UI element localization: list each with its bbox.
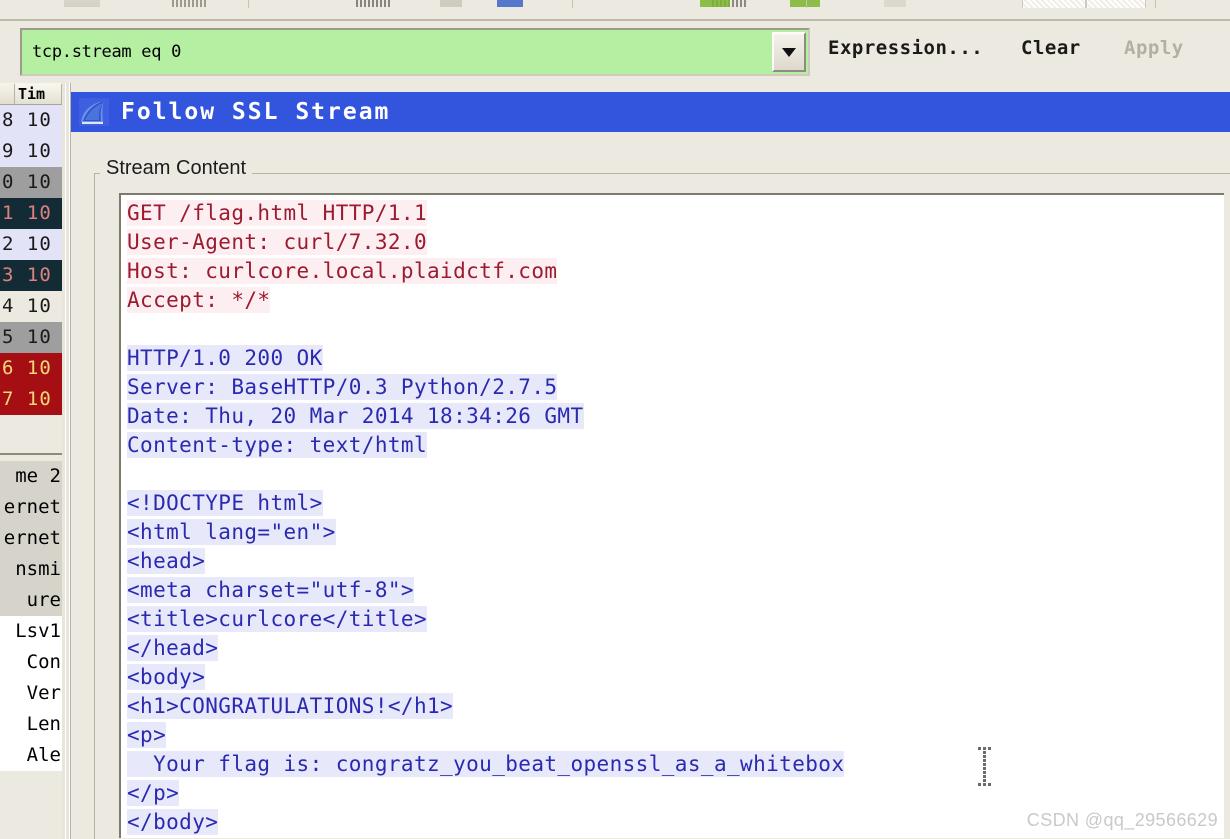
filter-apply-button[interactable]: Apply <box>1118 33 1190 63</box>
stream-content-label: Stream Content <box>100 157 253 180</box>
save-icon[interactable] <box>64 0 100 7</box>
stream-response-line: <h1>CONGRATULATIONS!</h1> <box>127 693 454 719</box>
stream-response-line: HTTP/1.0 200 OK <box>127 345 323 371</box>
packet-list-row[interactable]: 4 10 <box>0 291 62 322</box>
filter-expression-button[interactable]: Expression... <box>822 33 989 63</box>
stream-response-line: </html> <box>127 837 1224 838</box>
stream-response-line: Your flag is: congratz_you_beat_openssl_… <box>127 751 845 777</box>
gutter-bar-right <box>66 83 69 839</box>
stream-response-line: </p> <box>127 780 180 806</box>
text-ibeam-cursor <box>976 747 994 787</box>
stream-content-textarea[interactable]: GET /flag.html HTTP/1.1 User-Agent: curl/… <box>119 193 1224 838</box>
forward-icon[interactable] <box>497 0 523 7</box>
packet-detail-row[interactable]: ernet <box>0 523 62 554</box>
stream-response-line: Server: BaseHTTP/0.3 Python/2.7.5 <box>127 374 558 400</box>
back-icon[interactable] <box>440 0 462 7</box>
display-filter-field-wrapper[interactable] <box>20 28 810 76</box>
pane-edge-gutter <box>62 83 70 839</box>
toolbar-separator-4 <box>1155 0 1156 8</box>
stream-content-groupbox: Stream Content GET /flag.html HTTP/1.1 Us… <box>94 151 1230 839</box>
packet-detail-row[interactable]: nsmi <box>0 554 62 585</box>
autoscroll-icon[interactable] <box>700 0 730 7</box>
gutter-bar-left <box>62 83 65 839</box>
zoom-level-box[interactable] <box>1022 0 1086 8</box>
stream-response-line: <title>curlcore</title> <box>127 606 427 632</box>
print-icon[interactable] <box>172 0 206 7</box>
groupbox-top-border <box>94 173 1230 174</box>
column-header-time[interactable]: Tim <box>14 84 62 104</box>
packet-list-row[interactable]: 1 10 <box>0 198 62 229</box>
stream-response-line: <!DOCTYPE html> <box>127 490 323 516</box>
zoom-in-icon[interactable] <box>790 0 820 7</box>
stream-response-line: <body> <box>127 664 206 690</box>
stream-response-line: Date: Thu, 20 Mar 2014 18:34:26 GMT <box>127 403 584 429</box>
toolbar-separator-2 <box>572 0 573 8</box>
wireshark-shark-fin-icon <box>79 98 109 126</box>
toolbar-separator-3 <box>806 0 807 8</box>
stream-request-line: GET /flag.html HTTP/1.1 <box>127 200 427 226</box>
filter-history-dropdown-button[interactable] <box>772 32 806 72</box>
packet-detail-row[interactable]: ernet <box>0 492 62 523</box>
packet-detail-row[interactable]: Ver <box>0 678 62 709</box>
packet-detail-row[interactable]: Con <box>0 647 62 678</box>
stream-response-line: <head> <box>127 548 206 574</box>
stream-blank-line <box>127 460 1224 489</box>
filter-clear-button[interactable]: Clear <box>1015 33 1087 63</box>
stream-request-line: User-Agent: curl/7.32.0 <box>127 229 427 255</box>
packet-detail-row[interactable]: Lsv1 <box>0 616 62 647</box>
dialog-titlebar[interactable]: Follow SSL Stream <box>71 92 1230 132</box>
stream-response-line: <meta charset="utf-8"> <box>127 577 414 603</box>
groupbox-left-border <box>94 173 95 839</box>
stream-content-text[interactable]: GET /flag.html HTTP/1.1 User-Agent: curl/… <box>127 199 1224 838</box>
packet-detail-row[interactable]: Len <box>0 709 62 740</box>
stream-response-line: Content-type: text/html <box>127 432 427 458</box>
dialog-title: Follow SSL Stream <box>121 99 391 125</box>
chevron-down-icon <box>782 47 796 57</box>
packet-list-row[interactable]: 2 10 <box>0 229 62 260</box>
find-icon[interactable] <box>356 0 392 7</box>
packet-list-header[interactable]: Tim <box>0 83 62 105</box>
stream-response-line: <p> <box>127 722 167 748</box>
colorize-icon[interactable] <box>884 0 906 7</box>
packet-list-row[interactable]: 3 10 <box>0 260 62 291</box>
display-filter-input[interactable] <box>22 29 772 75</box>
packet-list-row[interactable]: 8 10 <box>0 105 62 136</box>
packet-list-row[interactable]: 7 10 <box>0 384 62 415</box>
toolbar-separator-1 <box>248 0 249 8</box>
follow-ssl-stream-dialog: Follow SSL Stream Stream Content GET /fl… <box>70 83 1230 839</box>
packet-list-row[interactable]: 6 10 <box>0 353 62 384</box>
packet-list-row[interactable]: 0 10 <box>0 167 62 198</box>
packet-detail-row[interactable]: Ale <box>0 740 62 771</box>
stream-response-line: </head> <box>127 635 219 661</box>
packet-list-row[interactable]: 5 10 <box>0 322 62 353</box>
resize-columns-icon[interactable] <box>1086 0 1146 8</box>
stream-blank-line <box>127 315 1224 344</box>
csdn-watermark: CSDN @qq_29566629 <box>1026 810 1218 830</box>
stream-request-line: Accept: */* <box>127 287 271 313</box>
packet-detail-row[interactable]: ure <box>0 585 62 616</box>
stream-response-line: <html lang="en"> <box>127 519 336 545</box>
packet-list-row[interactable]: 9 10 <box>0 136 62 167</box>
packet-list-pane[interactable]: Tim 8 10 9 10 0 10 1 10 2 10 3 10 4 10 5 10 6 10… <box>0 83 62 839</box>
packet-detail-row[interactable]: me 2 <box>0 461 62 492</box>
display-filter-bar: Expression... Clear Apply <box>0 21 1230 83</box>
main-toolbar[interactable] <box>0 0 1230 21</box>
stream-request-line: Host: curlcore.local.plaidctf.com <box>127 258 558 284</box>
